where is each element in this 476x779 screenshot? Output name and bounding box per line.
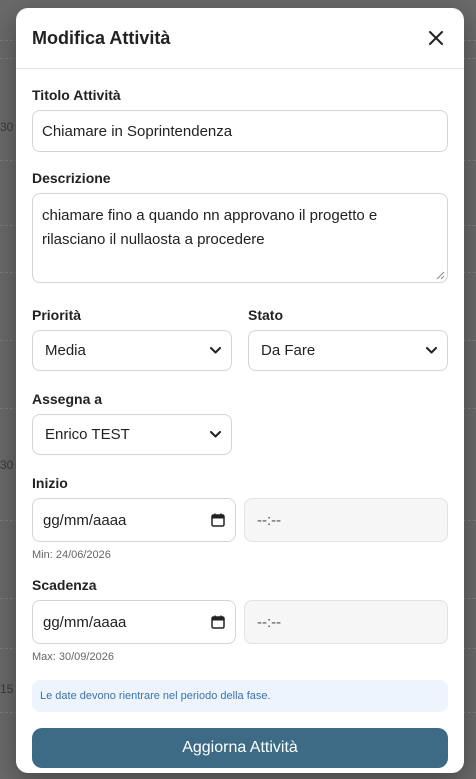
due-date-placeholder: gg/mm/aaaa [43, 613, 127, 631]
description-textarea[interactable]: chiamare fino a quando nn approvano il p… [32, 193, 448, 283]
date-range-info-text: Le date devono rientrare nel periodo del… [40, 690, 271, 702]
status-value: Da Fare [261, 342, 316, 359]
due-time-placeholder: --:-- [257, 613, 282, 631]
assign-value: Enrico TEST [45, 426, 130, 443]
background-time-label: 30 [0, 120, 14, 134]
calendar-icon[interactable] [211, 615, 225, 629]
close-icon [429, 31, 443, 45]
start-min-hint: Min: 24/06/2026 [32, 549, 111, 561]
due-date-input[interactable]: gg/mm/aaaa [32, 600, 236, 644]
modal-title: Modifica Attività [32, 27, 171, 48]
status-group: Stato Da Fare [248, 307, 448, 371]
start-date-placeholder: gg/mm/aaaa [43, 511, 127, 529]
date-range-info: Le date devono rientrare nel periodo del… [32, 680, 448, 712]
priority-label: Priorità [32, 307, 82, 323]
start-time-placeholder: --:-- [257, 511, 282, 529]
status-label: Stato [248, 307, 283, 323]
assign-label: Assegna a [32, 391, 103, 407]
priority-group: Priorità Media [32, 307, 232, 371]
assign-select[interactable]: Enrico TEST [32, 414, 232, 455]
start-date-input[interactable]: gg/mm/aaaa [32, 498, 236, 542]
due-label: Scadenza [32, 577, 97, 593]
edit-task-modal: Modifica Attività Titolo Attività Chiama… [16, 8, 464, 773]
due-max-hint: Max: 30/09/2026 [32, 651, 114, 663]
chevron-down-icon [426, 347, 437, 354]
due-row: gg/mm/aaaa --:-- [32, 600, 448, 644]
chevron-down-icon [210, 431, 221, 438]
modal-body: Titolo Attività Chiamare in Soprintenden… [16, 69, 464, 768]
update-task-button[interactable]: Aggiorna Attività [32, 728, 448, 768]
chevron-down-icon [210, 347, 221, 354]
calendar-icon[interactable] [211, 513, 225, 527]
title-input[interactable]: Chiamare in Soprintendenza [32, 110, 448, 152]
description-label: Descrizione [32, 170, 111, 186]
title-input-value: Chiamare in Soprintendenza [42, 122, 233, 140]
priority-select[interactable]: Media [32, 330, 232, 371]
due-time-input[interactable]: --:-- [244, 600, 448, 644]
title-label: Titolo Attività [32, 87, 121, 103]
priority-value: Media [45, 342, 86, 359]
status-select[interactable]: Da Fare [248, 330, 448, 371]
update-task-button-label: Aggiorna Attività [182, 739, 298, 756]
modal-header: Modifica Attività [16, 8, 464, 69]
start-time-input[interactable]: --:-- [244, 498, 448, 542]
resize-grip-icon[interactable] [435, 270, 445, 280]
background-time-label: 30 [0, 458, 14, 472]
description-value: chiamare fino a quando nn approvano il p… [42, 207, 378, 248]
start-label: Inizio [32, 475, 68, 491]
close-button[interactable] [424, 26, 448, 50]
priority-status-row: Priorità Media Stato Da Fare [32, 307, 448, 371]
start-row: gg/mm/aaaa --:-- [32, 498, 448, 542]
